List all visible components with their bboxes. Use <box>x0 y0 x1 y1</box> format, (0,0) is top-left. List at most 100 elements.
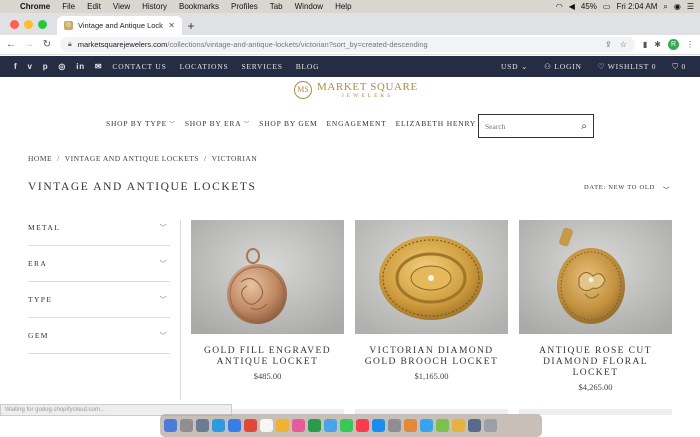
filter-gem[interactable]: GEM ﹀ <box>28 318 170 354</box>
forward-button[interactable]: → <box>24 39 34 50</box>
mail-icon[interactable] <box>228 419 241 432</box>
menu-view[interactable]: View <box>107 2 136 11</box>
shop-by-gem-link[interactable]: SHOP BY GEM <box>259 119 317 128</box>
search-icon[interactable]: ⌕ <box>581 121 587 132</box>
finder-icon[interactable] <box>164 419 177 432</box>
elizabeth-henry-link[interactable]: ELIZABETH HENRY <box>396 119 477 128</box>
terminal-icon[interactable] <box>468 419 481 432</box>
shop-by-era-menu[interactable]: SHOP BY ERA ﹀ <box>185 119 250 128</box>
menu-list-icon[interactable]: ☰ <box>687 2 694 11</box>
login-link[interactable]: ⚇ LOGIN <box>544 62 582 71</box>
services-link[interactable]: SERVICES <box>241 62 282 71</box>
site-favicon: ◎ <box>64 21 73 30</box>
filter-era[interactable]: ERA ﹀ <box>28 246 170 282</box>
volume-icon[interactable]: ◀ <box>569 2 575 11</box>
chrome-icon[interactable] <box>244 419 257 432</box>
contact-us-link[interactable]: CONTACT US <box>112 62 166 71</box>
filter-type[interactable]: TYPE ﹀ <box>28 282 170 318</box>
menu-app-name[interactable]: Chrome <box>14 2 56 11</box>
music-icon[interactable] <box>356 419 369 432</box>
lock-icon[interactable]: 🔒︎ <box>68 41 72 49</box>
minimize-window-button[interactable] <box>24 19 33 29</box>
app-icon[interactable] <box>404 419 417 432</box>
control-center-icon[interactable]: ◉ <box>674 2 681 11</box>
battery-icon[interactable]: ▭ <box>603 2 611 11</box>
menu-edit[interactable]: Edit <box>81 2 107 11</box>
menu-help[interactable]: Help <box>329 2 357 11</box>
back-button[interactable]: ← <box>6 39 16 50</box>
settings-icon[interactable] <box>388 419 401 432</box>
product-card[interactable]: GOLD FILL ENGRAVED ANTIQUE LOCKET $485.0… <box>191 220 344 381</box>
breadcrumb-lockets[interactable]: VINTAGE AND ANTIQUE LOCKETS <box>65 154 199 163</box>
spotlight-icon[interactable]: ⌕ <box>663 2 667 12</box>
email-icon[interactable]: ✉ <box>95 62 103 71</box>
folder-icon[interactable] <box>452 419 465 432</box>
android-icon[interactable] <box>436 419 449 432</box>
product-image[interactable] <box>191 220 344 334</box>
menu-window[interactable]: Window <box>289 2 329 11</box>
share-icon[interactable]: ⇪ <box>605 40 612 49</box>
close-window-button[interactable] <box>10 19 19 29</box>
chrome-menu-icon[interactable]: ⋮ <box>686 40 694 49</box>
heart-icon: ♡ <box>597 62 606 71</box>
calendar-icon[interactable] <box>260 419 273 432</box>
pinterest-icon[interactable]: p <box>43 62 49 71</box>
linkedin-icon[interactable]: in <box>76 62 85 71</box>
window-controls <box>0 13 57 35</box>
currency-selector[interactable]: USD ⌄ <box>501 62 528 71</box>
product-name[interactable]: ANTIQUE ROSE CUT DIAMOND FLORAL LOCKET <box>519 346 672 379</box>
engagement-link[interactable]: ENGAGEMENT <box>327 119 387 128</box>
product-price: $4,265.00 <box>578 382 613 392</box>
trash-icon[interactable] <box>484 419 497 432</box>
excel-icon[interactable] <box>308 419 321 432</box>
bookmark-star-icon[interactable]: ☆ <box>620 40 627 49</box>
photos-icon[interactable] <box>292 419 305 432</box>
cart-link[interactable]: ⛉ 0 <box>672 62 686 72</box>
site-logo[interactable]: MS MARKET SQUARE JEWELERS <box>294 81 418 99</box>
clock[interactable]: Fri 2:04 AM <box>616 2 657 11</box>
product-name[interactable]: GOLD FILL ENGRAVED ANTIQUE LOCKET <box>191 346 344 368</box>
reload-button[interactable]: ↻ <box>42 39 52 50</box>
new-tab-button[interactable]: + <box>182 16 200 35</box>
zoom-icon[interactable] <box>420 419 433 432</box>
vimeo-icon[interactable]: v <box>27 62 32 71</box>
sidebar-toggle-icon[interactable]: ▮ <box>643 40 647 49</box>
social-links: f v p ◎ in ✉ <box>14 62 102 71</box>
facetime-icon[interactable] <box>340 419 353 432</box>
app-store-icon[interactable] <box>372 419 385 432</box>
shop-by-type-menu[interactable]: SHOP BY TYPE ﹀ <box>106 119 176 128</box>
menu-file[interactable]: File <box>56 2 81 11</box>
search-input[interactable] <box>485 121 582 131</box>
blog-link[interactable]: BLOG <box>296 62 320 71</box>
menu-bookmarks[interactable]: Bookmarks <box>173 2 225 11</box>
locations-link[interactable]: LOCATIONS <box>180 62 229 71</box>
close-tab-icon[interactable]: ✕ <box>168 21 175 30</box>
url-path: /collections/vintage-and-antique-lockets… <box>167 40 428 49</box>
product-card[interactable]: VICTORIAN DIAMOND GOLD BROOCH LOCKET $1,… <box>355 220 508 381</box>
extensions-icon[interactable]: ✱ <box>654 40 661 49</box>
product-card[interactable]: ANTIQUE ROSE CUT DIAMOND FLORAL LOCKET $… <box>519 220 672 392</box>
product-image[interactable] <box>355 220 508 334</box>
wishlist-link[interactable]: ♡ WISHLIST 0 <box>598 62 657 71</box>
filter-metal[interactable]: METAL ﹀ <box>28 210 170 246</box>
zoom-window-button[interactable] <box>38 19 47 29</box>
facebook-icon[interactable]: f <box>14 62 17 71</box>
sort-dropdown[interactable]: DATE: NEW TO OLD ﹀ <box>584 184 670 194</box>
safari-icon[interactable] <box>212 419 225 432</box>
notes-icon[interactable] <box>276 419 289 432</box>
menu-tab[interactable]: Tab <box>264 2 289 11</box>
profile-avatar[interactable]: R <box>668 39 679 50</box>
instagram-icon[interactable]: ◎ <box>58 62 66 71</box>
breadcrumb-home[interactable]: HOME <box>28 154 52 163</box>
messages-icon[interactable] <box>324 419 337 432</box>
browser-tab-active[interactable]: ◎ Vintage and Antique Lockets ✕ <box>57 16 182 35</box>
wifi-icon[interactable]: ◠ <box>556 2 563 11</box>
rocket-app-icon[interactable] <box>196 419 209 432</box>
menu-history[interactable]: History <box>136 2 173 11</box>
breadcrumb-victorian[interactable]: VICTORIAN <box>212 154 258 163</box>
launchpad-icon[interactable] <box>180 419 193 432</box>
address-bar[interactable]: 🔒︎ marketsquarejewelers.com/collections/… <box>60 37 635 52</box>
menu-profiles[interactable]: Profiles <box>225 2 264 11</box>
product-image[interactable] <box>519 220 672 334</box>
product-name[interactable]: VICTORIAN DIAMOND GOLD BROOCH LOCKET <box>355 346 508 368</box>
